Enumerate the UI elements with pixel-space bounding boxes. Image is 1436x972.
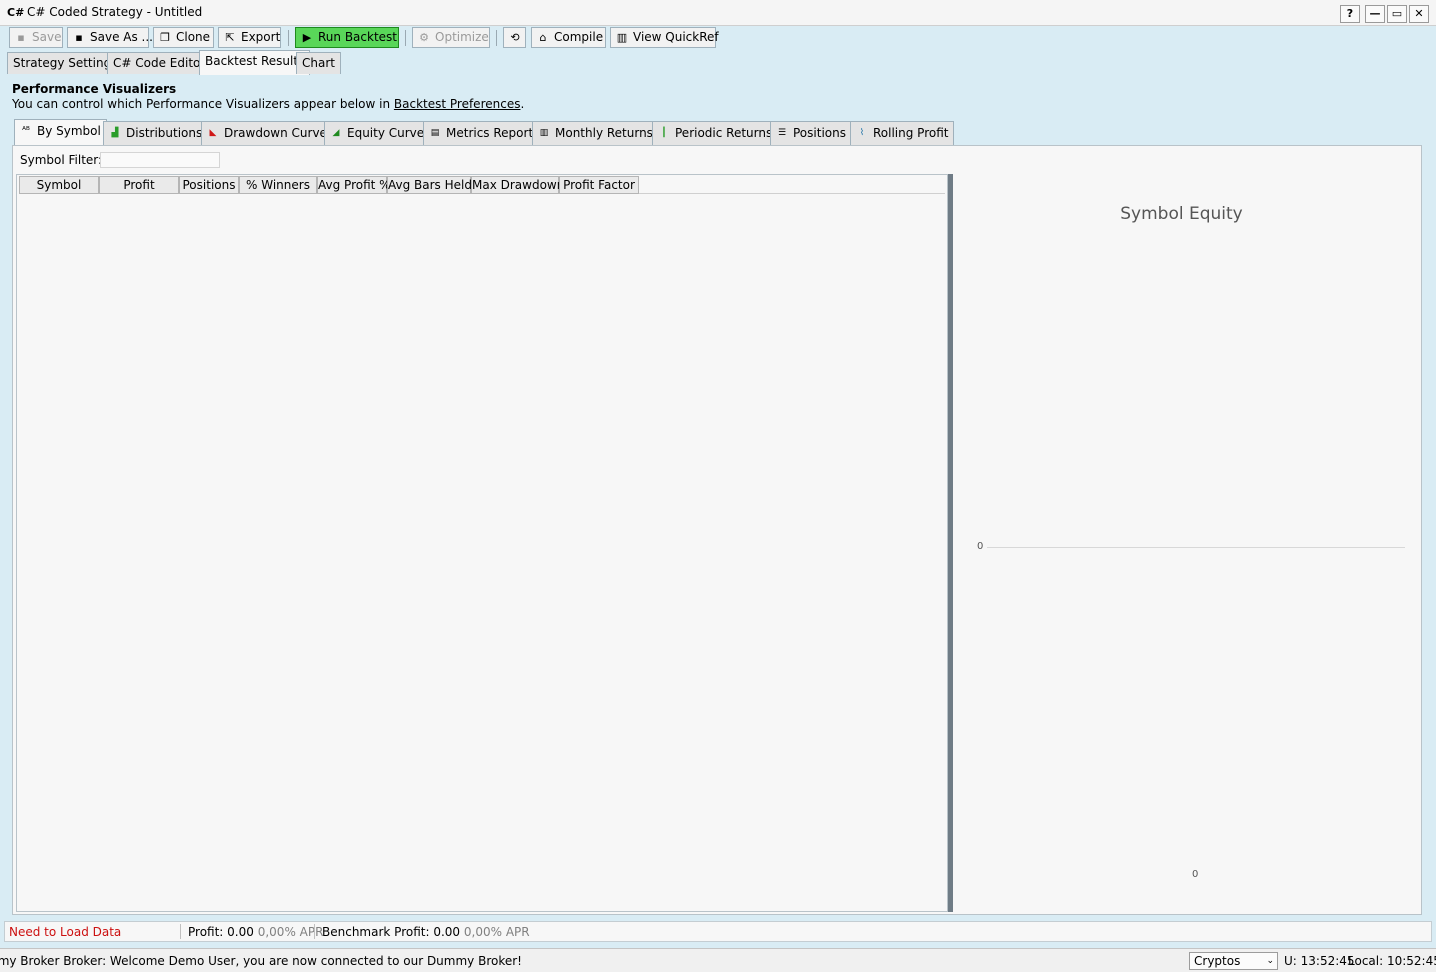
rolling-icon: ⌇ bbox=[859, 128, 865, 138]
backtest-preferences-link[interactable]: Backtest Preferences bbox=[394, 97, 521, 111]
chart-title: Symbol Equity bbox=[1120, 204, 1243, 224]
app-icon: C# bbox=[7, 6, 25, 19]
panel-splitter[interactable] bbox=[948, 174, 953, 912]
maximize-button[interactable]: ▭ bbox=[1387, 5, 1407, 23]
tab-backtest-results[interactable]: Backtest Results bbox=[199, 50, 311, 75]
books-icon: ▥ bbox=[616, 31, 628, 44]
load-state-text: Need to Load Data bbox=[9, 925, 122, 939]
column-header-avg-profit[interactable]: Avg Profit % bbox=[317, 176, 391, 194]
broker-message: mmy Broker Broker: Welcome Demo User, yo… bbox=[0, 954, 522, 968]
visualizers-title: Performance Visualizers bbox=[12, 82, 177, 96]
market-select[interactable]: Cryptos ⌄ bbox=[1189, 952, 1278, 970]
gear-icon: ⚙ bbox=[419, 31, 429, 44]
grid-header: Symbol Profit Positions % Winners Avg Pr… bbox=[19, 176, 945, 194]
toolbar-separator bbox=[496, 30, 497, 46]
main-tabs: Strategy Settings C# Code Editor Backtes… bbox=[0, 50, 1436, 75]
close-button[interactable]: ✕ bbox=[1409, 5, 1429, 23]
tab-monthly-returns[interactable]: ▥ Monthly Returns bbox=[532, 121, 659, 145]
help-button[interactable]: ? bbox=[1340, 5, 1360, 23]
column-header-winners[interactable]: % Winners bbox=[239, 176, 317, 194]
copy-icon: ❐ bbox=[160, 31, 170, 44]
view-quickref-button[interactable]: ▥ View QuickRef bbox=[610, 27, 719, 48]
play-icon: ▶ bbox=[302, 31, 312, 44]
tab-equity-curve[interactable]: ◢ Equity Curve bbox=[324, 121, 431, 145]
toolbar-separator bbox=[288, 30, 289, 46]
tab-positions[interactable]: ☰ Positions bbox=[770, 121, 852, 145]
status-separator bbox=[314, 924, 315, 939]
symbol-equity-chart: Symbol Equity 0 0 bbox=[954, 174, 1421, 912]
column-header-avg-bars-held[interactable]: Avg Bars Held bbox=[387, 176, 472, 194]
save-button[interactable]: ▪ Save bbox=[9, 27, 63, 48]
toolbar-separator bbox=[405, 30, 406, 46]
chart-zero-line bbox=[987, 547, 1405, 548]
equity-icon: ◢ bbox=[332, 128, 340, 138]
utc-clock: U: 13:52:45 bbox=[1284, 954, 1355, 968]
toolbar: ▪ Save ▪ Save As ... ❐ Clone ⇱ Export ▶ Run B… bbox=[0, 26, 1436, 50]
column-header-symbol[interactable]: Symbol bbox=[19, 176, 99, 194]
symbol-filter-input[interactable] bbox=[100, 152, 220, 168]
chart-x-tick-label: 0 bbox=[1192, 869, 1199, 880]
profit-status: Profit: 0.00 0,00% APR bbox=[188, 925, 324, 939]
calendar-icon: ▥ bbox=[539, 128, 549, 138]
clone-button[interactable]: ❐ Clone bbox=[153, 27, 214, 48]
bottom-bar: mmy Broker Broker: Welcome Demo User, yo… bbox=[0, 948, 1436, 972]
tab-strategy-settings[interactable]: Strategy Settings bbox=[7, 52, 124, 74]
column-header-profit-factor[interactable]: Profit Factor bbox=[559, 176, 639, 194]
tab-metrics-report[interactable]: ▤ Metrics Report bbox=[423, 121, 540, 145]
window-title: C# Coded Strategy - Untitled bbox=[27, 5, 203, 19]
symbol-grid[interactable]: Symbol Profit Positions % Winners Avg Pr… bbox=[16, 174, 948, 912]
symbol-filter-label: Symbol Filter: bbox=[20, 153, 103, 167]
local-clock: Local: 10:52:45 bbox=[1348, 954, 1436, 968]
bar-chart-icon: ▟ bbox=[111, 128, 119, 138]
column-header-max-drawdown[interactable]: Max Drawdown bbox=[471, 176, 564, 194]
run-backtest-button[interactable]: ▶ Run Backtest bbox=[295, 27, 399, 48]
minimize-button[interactable]: — bbox=[1365, 5, 1385, 23]
floppy-icon: ▪ bbox=[17, 31, 25, 44]
title-bar: C# C# Coded Strategy - Untitled ? — ▭ ✕ bbox=[0, 0, 1436, 26]
tab-by-symbol[interactable]: ᴬᴮ By Symbol bbox=[14, 119, 107, 146]
column-header-positions[interactable]: Positions bbox=[179, 176, 239, 194]
report-icon: ▤ bbox=[430, 128, 440, 138]
export-icon: ⇱ bbox=[225, 31, 235, 44]
refresh-button[interactable]: ⟲ bbox=[503, 27, 526, 48]
abc-def-icon: ᴬᴮ bbox=[22, 126, 30, 136]
column-header-profit[interactable]: Profit bbox=[99, 176, 179, 194]
tab-rolling-profit[interactable]: ⌇ Rolling Profit bbox=[850, 121, 955, 145]
status-separator bbox=[180, 924, 181, 939]
save-as-button[interactable]: ▪ Save As ... bbox=[67, 27, 153, 48]
refresh-icon: ⟲ bbox=[510, 31, 520, 44]
optimize-button[interactable]: ⚙ Optimize bbox=[412, 27, 490, 48]
tab-drawdown-curve[interactable]: ◣ Drawdown Curve bbox=[201, 121, 333, 145]
compile-icon: ⌂ bbox=[539, 31, 547, 44]
by-symbol-panel: Symbol Filter: Symbol Profit Positions %… bbox=[12, 145, 1422, 915]
benchmark-status: Benchmark Profit: 0.00 0,00% APR bbox=[322, 925, 530, 939]
list-icon: ☰ bbox=[777, 128, 787, 138]
drawdown-icon: ◣ bbox=[209, 128, 217, 138]
tab-distributions[interactable]: ▟ Distributions bbox=[103, 121, 209, 145]
chevron-down-icon: ⌄ bbox=[1266, 956, 1274, 966]
status-bar: Need to Load Data Profit: 0.00 0,00% APR… bbox=[4, 921, 1432, 942]
tab-periodic-returns[interactable]: ┃ Periodic Returns bbox=[652, 121, 779, 145]
tab-chart[interactable]: Chart bbox=[296, 52, 341, 74]
tab-code-editor[interactable]: C# Code Editor bbox=[107, 52, 212, 74]
chart-y-tick-label: 0 bbox=[977, 541, 984, 552]
compile-button[interactable]: ⌂ Compile bbox=[531, 27, 606, 48]
floppy-icon: ▪ bbox=[75, 31, 83, 44]
periodic-icon: ┃ bbox=[661, 128, 667, 138]
export-button[interactable]: ⇱ Export bbox=[218, 27, 281, 48]
visualizers-subtitle: You can control which Performance Visual… bbox=[12, 97, 525, 111]
